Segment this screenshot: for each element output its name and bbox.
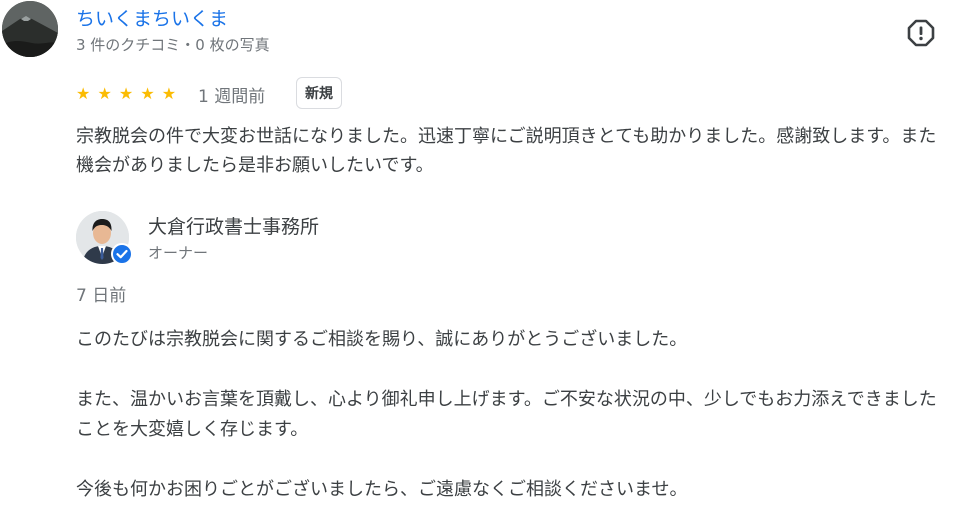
- reviewer-name-link[interactable]: ちいくまちいくま: [76, 4, 228, 31]
- star-icon: ★: [97, 84, 113, 103]
- star-icon: ★: [161, 84, 178, 103]
- reply-paragraph: このたびは宗教脱会に関するご相談を賜り、誠にありがとうございました。: [76, 329, 688, 350]
- star-rating: ★ ★ ★ ★ ★: [76, 84, 177, 103]
- star-icon: ★: [118, 84, 135, 103]
- reviewer-meta: 3 件のクチコミ・0 枚の写真: [76, 36, 270, 54]
- verified-check-icon: [111, 243, 133, 265]
- owner-name: 大倉行政書士事務所: [148, 216, 320, 238]
- reviewer-avatar[interactable]: [2, 1, 58, 57]
- review-time: 1 週間前: [198, 87, 266, 107]
- mountain-landscape-image: [2, 1, 58, 57]
- review-text: 宗教脱会の件で大変お世話になりました。迅速丁寧にご説明頂きとても助かりました。感…: [76, 126, 937, 176]
- reply-time: 7 日前: [76, 286, 127, 306]
- report-flag-icon[interactable]: [907, 19, 935, 47]
- star-icon: ★: [140, 84, 156, 103]
- reply-paragraph: 今後も何かお困りごとがございましたら、ご遠慮なくご相談くださいませ。: [76, 479, 688, 500]
- owner-role: オーナー: [148, 244, 209, 262]
- reply-paragraph: また、温かいお言葉を頂戴し、心より御礼申し上げます。ご不安な状況の中、少しでもお…: [76, 389, 937, 440]
- new-badge: 新規: [296, 77, 342, 109]
- star-icon: ★: [76, 84, 92, 103]
